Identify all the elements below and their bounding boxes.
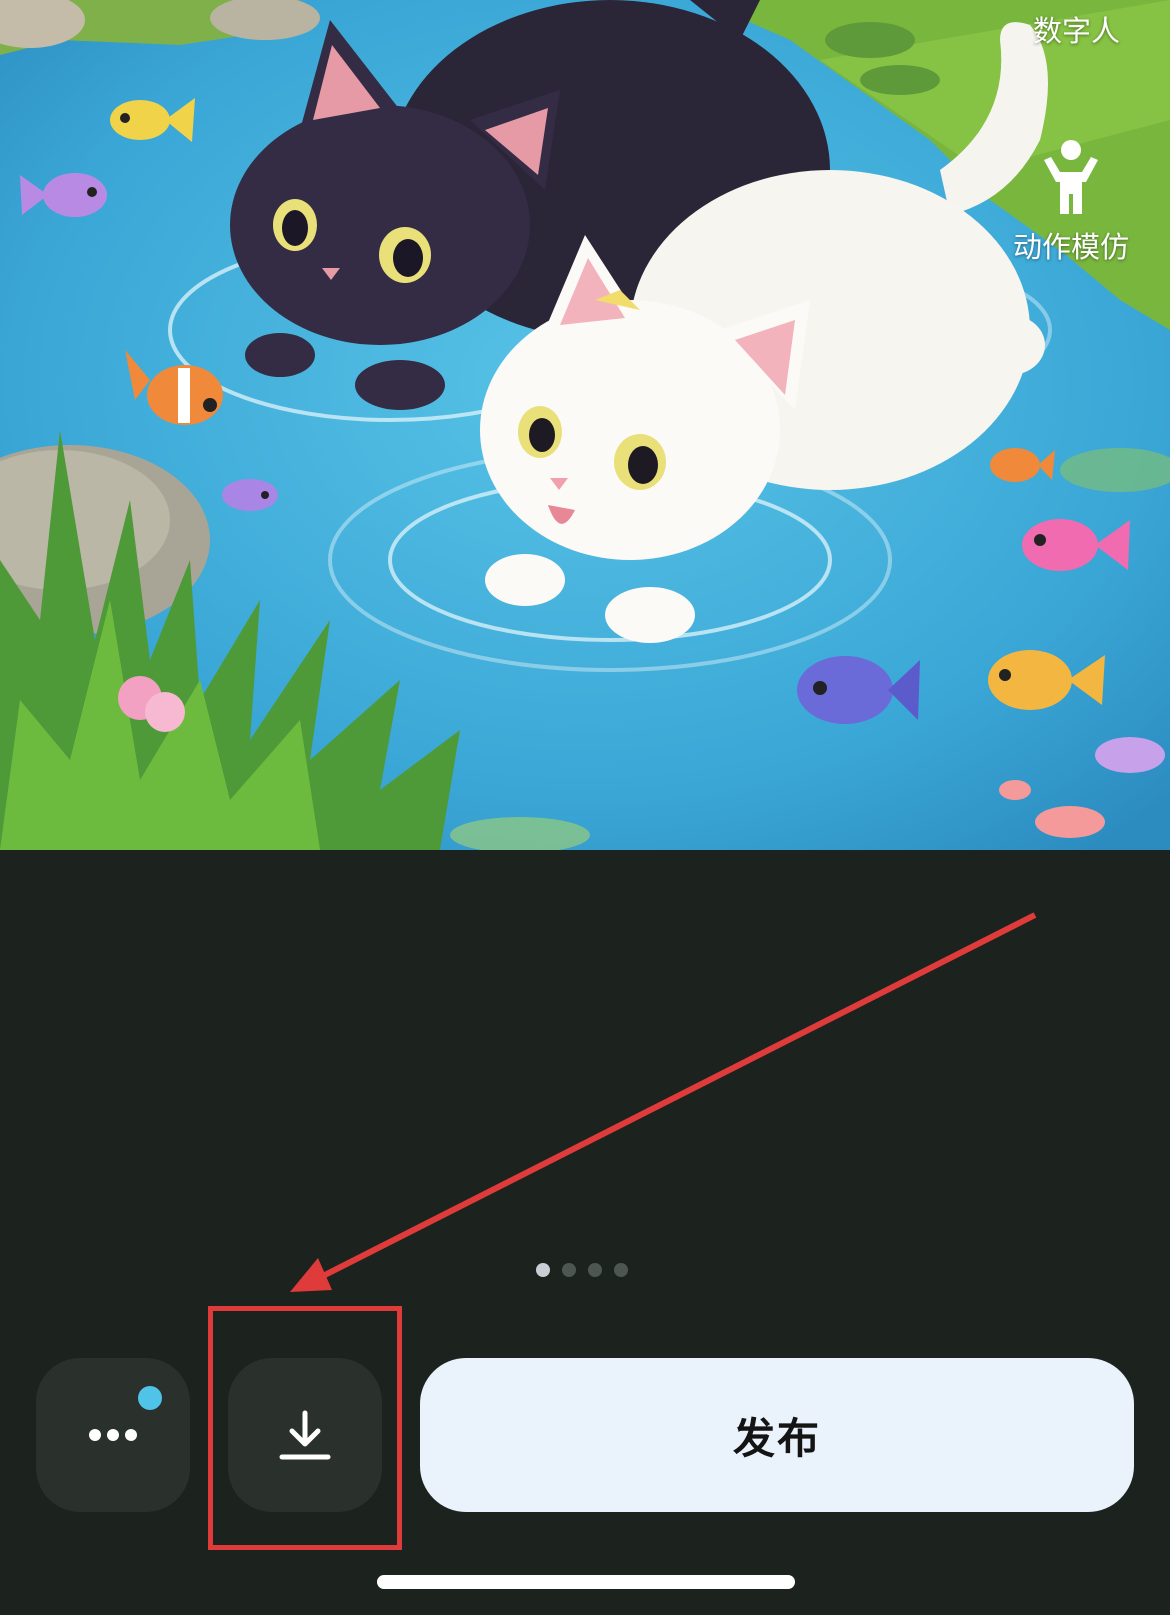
page-dot (614, 1263, 628, 1277)
digital-human-label[interactable]: 数字人 (1033, 8, 1120, 50)
motion-mimic-button[interactable]: 动作模仿 (1006, 138, 1136, 266)
generated-image[interactable]: 数字人 动作模仿 (0, 0, 1170, 850)
person-pose-icon (1044, 140, 1098, 214)
notification-dot (138, 1386, 162, 1410)
screen: 数字人 动作模仿 发布 (0, 0, 1170, 1615)
home-indicator[interactable] (377, 1575, 795, 1589)
page-dot (588, 1263, 602, 1277)
page-indicator (536, 1263, 628, 1277)
page-dot-active (536, 1263, 550, 1277)
annotation-highlight-box (208, 1306, 402, 1550)
publish-button[interactable]: 发布 (420, 1358, 1134, 1512)
more-dots-icon (89, 1429, 137, 1441)
more-button[interactable] (36, 1358, 190, 1512)
cats-pond-illustration (0, 0, 1170, 850)
motion-mimic-label: 动作模仿 (1012, 230, 1129, 264)
page-dot (562, 1263, 576, 1277)
